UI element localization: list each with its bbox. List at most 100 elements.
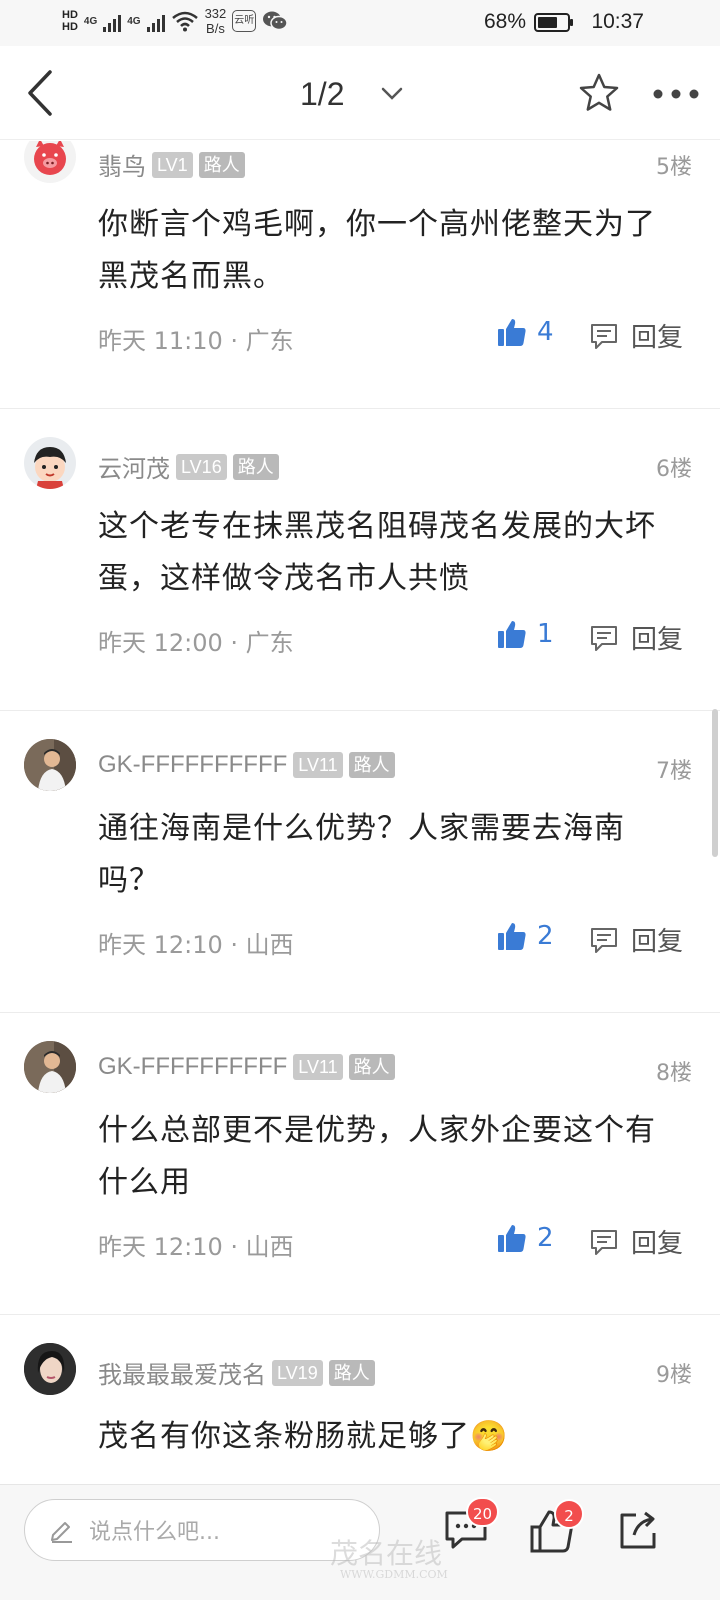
status-right: 68% [483, 10, 573, 34]
wechat-icon [263, 11, 289, 31]
radio-app-icon: 云听 [232, 10, 257, 32]
comment-item: GK-FFFFFFFFFF LV11 路人 8楼 什么总部更不是优势，人家外企要… [0, 1013, 720, 1315]
reply-label: 回复 [631, 625, 684, 655]
level-badge: LV19 [272, 1359, 323, 1386]
like-button[interactable]: 4 [497, 317, 554, 347]
speed-unit: B/s [206, 21, 225, 36]
reply-button[interactable]: 回复 [589, 921, 683, 958]
comment-user[interactable]: GK-FFFFFFFFFF LV11 路人 [98, 751, 395, 779]
level-badge: LV11 [293, 1054, 343, 1080]
avatar[interactable] [24, 437, 76, 489]
thumbs-up-icon [498, 1225, 526, 1252]
like-button[interactable]: 2 [497, 921, 554, 951]
hd-label-1: HD [62, 9, 78, 21]
floor-number: 6楼 [656, 457, 692, 482]
comment-item: 云河茂 LV16 路人 6楼 这个老专在抹黑茂名阻碍茂名发展的大坏蛋，这样做令茂… [0, 409, 720, 711]
comment-user[interactable]: 我最最最爱茂名 LV19 路人 [98, 1355, 375, 1390]
scrollbar-thumb[interactable] [712, 709, 718, 857]
role-badge: 路人 [348, 752, 395, 778]
nav-bar: 1/2 [0, 46, 720, 140]
comment-text: 茂名有你这条粉肠就足够了 [98, 1419, 470, 1454]
avatar[interactable] [24, 141, 76, 183]
reply-button[interactable]: 回复 [589, 619, 683, 656]
comment-content[interactable]: 你断言个鸡毛啊，你一个高州佬整天为了黑茂名而黑。 [98, 199, 658, 303]
username[interactable]: 云河茂 [98, 449, 170, 484]
thumbs-up-icon [498, 923, 526, 950]
reply-button[interactable]: 回复 [589, 1223, 683, 1260]
reply-icon [591, 625, 617, 651]
network-speed: 332 B/s [205, 6, 227, 36]
floor-number: 9楼 [656, 1363, 692, 1388]
comment-content[interactable]: 茂名有你这条粉肠就足够了🤭 [98, 1411, 658, 1463]
comment-time-location: 昨天 12:10 · 山西 [98, 931, 294, 959]
signal-icon-2 [146, 10, 165, 32]
watermark: 茂名在线 WWW.GDMM.COM [260, 1528, 460, 1598]
like-article-button[interactable]: 2 [526, 1499, 590, 1563]
thumbs-up-icon [498, 319, 526, 346]
comment-user[interactable]: 翡鸟 LV1 路人 [98, 147, 245, 182]
avatar[interactable] [24, 739, 76, 791]
comment-count-badge: 20 [466, 1497, 500, 1527]
username[interactable]: GK-FFFFFFFFFF [98, 1053, 287, 1081]
watermark-logo-text: 茂名在线 [330, 1537, 443, 1570]
reply-label: 回复 [631, 927, 684, 957]
floor-number: 8楼 [656, 1061, 692, 1086]
role-badge: 路人 [328, 1359, 375, 1386]
emoji: 🤭 [470, 1419, 509, 1454]
comment-user[interactable]: GK-FFFFFFFFFF LV11 路人 [98, 1053, 395, 1081]
floor-number: 5楼 [656, 155, 692, 180]
network-type-2: 4G [127, 15, 141, 27]
comment-user[interactable]: 云河茂 LV16 路人 [98, 449, 279, 484]
chevron-down-icon[interactable] [380, 84, 404, 104]
watermark-url: WWW.GDMM.COM [340, 1568, 448, 1581]
like-button[interactable]: 1 [497, 619, 554, 649]
role-badge: 路人 [348, 1054, 395, 1080]
reply-icon [591, 927, 617, 953]
avatar[interactable] [24, 1041, 76, 1093]
back-icon[interactable] [22, 68, 62, 118]
comment-item: GK-FFFFFFFFFF LV11 路人 7楼 通往海南是什么优势？人家需要去… [0, 711, 720, 1013]
level-badge: LV11 [293, 752, 343, 778]
battery-percent: 68% [483, 10, 526, 33]
star-icon[interactable] [578, 72, 620, 114]
man-photo-avatar-icon [24, 739, 76, 791]
comment-time-location: 昨天 12:10 · 山西 [98, 1233, 294, 1261]
input-placeholder: 说点什么吧... [89, 1520, 220, 1545]
comment-content[interactable]: 通往海南是什么优势？人家需要去海南吗？ [98, 803, 658, 907]
wifi-icon [171, 11, 198, 32]
share-icon[interactable] [614, 1507, 662, 1555]
hd-label-2: HD [62, 21, 78, 33]
page-indicator[interactable]: 1/2 [300, 76, 344, 113]
level-badge: LV16 [176, 453, 227, 480]
like-count: 1 [537, 619, 554, 649]
comment-content[interactable]: 什么总部更不是优势，人家外企要这个有什么用 [98, 1105, 658, 1209]
reply-icon [591, 1229, 617, 1255]
comment-time-location: 昨天 11:10 · 广东 [98, 327, 294, 355]
reply-button[interactable]: 回复 [589, 317, 683, 354]
signal-icon-1 [103, 10, 122, 32]
reply-label: 回复 [631, 1229, 684, 1259]
more-icon[interactable] [652, 88, 700, 100]
level-badge: LV1 [152, 151, 193, 178]
avatar[interactable] [24, 1343, 76, 1395]
like-count: 2 [537, 1223, 554, 1253]
username[interactable]: 我最最最爱茂名 [98, 1355, 266, 1390]
pencil-icon [51, 1522, 72, 1543]
clock: 10:37 [591, 10, 644, 33]
floor-number: 7楼 [656, 759, 692, 784]
comment-time-location: 昨天 12:00 · 广东 [98, 629, 294, 657]
thumbs-up-icon [498, 621, 526, 648]
role-badge: 路人 [198, 151, 245, 178]
status-bar: HD HD 4G 4G 332 B/s 云听 68% 10:37 [0, 0, 720, 46]
comment-item: 翡鸟 LV1 路人 5楼 你断言个鸡毛啊，你一个高州佬整天为了黑茂名而黑。 昨天… [0, 141, 720, 409]
hd-indicators: HD HD [62, 9, 78, 33]
username[interactable]: 翡鸟 [98, 147, 146, 182]
man-photo-avatar-icon [24, 1041, 76, 1093]
cartoon-boy-avatar-icon [34, 447, 66, 489]
like-button[interactable]: 2 [497, 1223, 554, 1253]
username[interactable]: GK-FFFFFFFFFF [98, 751, 287, 779]
speed-value: 332 [204, 6, 227, 21]
comment-feed[interactable]: 翡鸟 LV1 路人 5楼 你断言个鸡毛啊，你一个高州佬整天为了黑茂名而黑。 昨天… [0, 141, 720, 1515]
battery-icon [534, 12, 573, 32]
comment-content[interactable]: 这个老专在抹黑茂名阻碍茂名发展的大坏蛋，这样做令茂名市人共愤 [98, 501, 658, 605]
